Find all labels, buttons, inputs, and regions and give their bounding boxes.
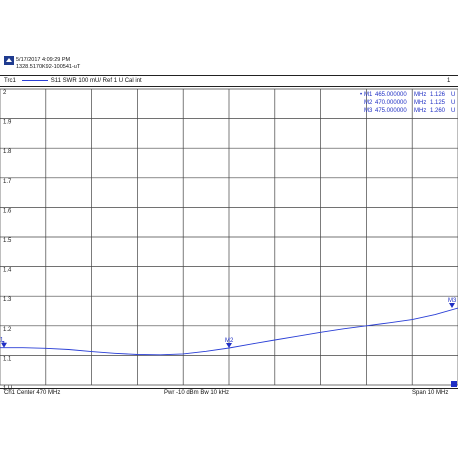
y-tick-label: 1.8 <box>3 149 12 155</box>
limit-marker-icon <box>451 381 457 387</box>
marker-table-cell: U <box>451 108 455 114</box>
marker-table: • M1 465.000000 MHz 1.126 U M2 470.000000 MHz 1.1… <box>360 92 455 114</box>
y-tick-label: 1.2 <box>3 327 12 333</box>
y-tick-label: 1.7 <box>3 179 12 185</box>
y-tick-label: 1.4 <box>3 268 12 274</box>
footer-power-bandwidth: Pwr -10 dBm Bw 10 kHz <box>164 390 230 396</box>
marker-label: M2 <box>225 338 234 344</box>
y-tick-label: 1.1 <box>3 356 12 362</box>
marker-table-cell: 470.000000 <box>375 100 407 106</box>
marker-table-cell: M3 <box>364 108 373 114</box>
footer-separator <box>0 388 458 389</box>
marker-table-cell: M1 <box>364 92 373 98</box>
footer-center-freq: Ch1 Center 470 MHz <box>4 390 61 396</box>
active-marker-dot: • <box>360 92 362 98</box>
marker-table-cell: MHz <box>414 92 426 98</box>
marker-table-cell: MHz <box>414 108 426 114</box>
marker-table-cell: 1.125 <box>430 100 446 106</box>
marker-table-cell: 465.000000 <box>375 92 407 98</box>
y-tick-label: 1.3 <box>3 297 12 303</box>
marker-table-cell: 1.260 <box>430 108 446 114</box>
y-tick-label: 1.9 <box>3 120 12 126</box>
marker-table-cell: 1.126 <box>430 92 446 98</box>
marker-table-cell: U <box>451 92 455 98</box>
marker-table-cell: M2 <box>364 100 373 106</box>
marker-label: M3 <box>448 298 457 304</box>
y-tick-label: 1.5 <box>3 238 12 244</box>
marker-table-cell: U <box>451 100 455 106</box>
y-tick-label: 2 <box>3 90 7 96</box>
y-tick-label: 1.6 <box>3 208 12 214</box>
marker-layer: 1 M2M31 <box>0 298 457 387</box>
marker-table-cell: MHz <box>414 100 426 106</box>
marker-table-cell: 475.000000 <box>375 108 407 114</box>
footer-span: Span 10 MHz <box>412 390 449 396</box>
